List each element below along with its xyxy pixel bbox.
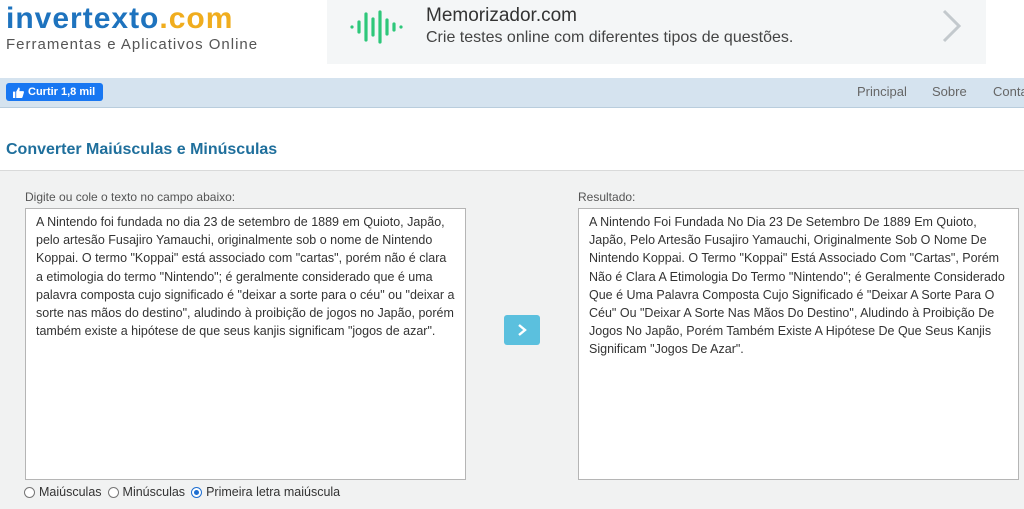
case-options: Maiúsculas Minúsculas Primeira letra mai… xyxy=(24,485,346,499)
waveform-icon xyxy=(350,10,403,44)
option-capitalize-label: Primeira letra maiúscula xyxy=(206,485,341,499)
input-textarea[interactable]: A Nintendo foi fundada no dia 23 de sete… xyxy=(25,208,466,480)
input-label: Digite ou cole o texto no campo abaixo: xyxy=(25,190,236,204)
thumbs-up-icon xyxy=(13,86,24,98)
nav-item-sobre[interactable]: Sobre xyxy=(932,84,967,99)
nav-item-conta[interactable]: Conta xyxy=(993,84,1024,99)
ad-description: Crie testes online com diferentes tipos … xyxy=(426,29,794,46)
facebook-like-button[interactable]: Curtir 1,8 mil xyxy=(6,83,104,101)
option-uppercase[interactable]: Maiúsculas xyxy=(24,485,102,499)
logo-tagline: Ferramentas e Aplicativos Online xyxy=(6,36,259,53)
site-logo[interactable]: invertexto.com Ferramentas e Aplicativos… xyxy=(6,2,258,53)
option-uppercase-label: Maiúsculas xyxy=(39,485,102,499)
logo-name-main: invertexto xyxy=(6,2,160,35)
page-title: Converter Maiúsculas e Minúsculas xyxy=(6,141,278,158)
like-label: Curtir 1,8 mil xyxy=(28,86,96,98)
logo-name-tld: com xyxy=(168,2,234,35)
site-header: invertexto.com Ferramentas e Aplicativos… xyxy=(0,0,1024,78)
radio-capitalize[interactable] xyxy=(191,486,203,498)
ad-banner[interactable]: Memorizador.com Crie testes online com d… xyxy=(327,0,986,64)
radio-uppercase[interactable] xyxy=(24,486,35,498)
ad-title: Memorizador.com xyxy=(426,5,577,26)
chevron-right-icon xyxy=(518,324,527,336)
logo-title: invertexto.com xyxy=(6,2,258,36)
radio-lowercase[interactable] xyxy=(107,486,119,498)
logo-name-dot: . xyxy=(159,2,169,35)
output-textarea[interactable]: A Nintendo Foi Fundada No Dia 23 De Sete… xyxy=(578,208,1019,480)
nav-bar: Curtir 1,8 mil Principal Sobre Conta xyxy=(0,78,1024,108)
option-capitalize[interactable]: Primeira letra maiúscula xyxy=(191,485,340,499)
output-label: Resultado: xyxy=(578,190,636,204)
option-lowercase[interactable]: Minúsculas xyxy=(107,485,186,499)
convert-button[interactable] xyxy=(504,315,540,345)
chevron-right-icon[interactable] xyxy=(938,8,964,44)
nav-item-principal[interactable]: Principal xyxy=(857,84,907,99)
option-lowercase-label: Minúsculas xyxy=(122,485,186,499)
